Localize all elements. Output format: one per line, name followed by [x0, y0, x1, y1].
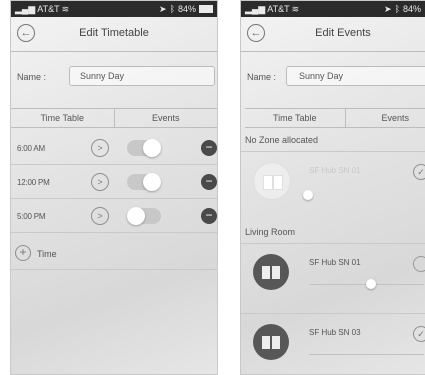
edit-timetable-screen: ▂▄▆ AT&T ≋ ➤ ᛒ 84% ← Edit Timetable Name…: [10, 0, 218, 375]
carrier-name: AT&T: [267, 4, 290, 14]
page-title: Edit Timetable: [79, 27, 149, 39]
hub-icon: [253, 162, 291, 200]
add-time-label: Time: [37, 249, 57, 259]
device-row[interactable]: SF Hub SN 01: [241, 243, 425, 301]
name-field[interactable]: Sunny Day: [286, 66, 425, 86]
nav-bar: ← Edit Events: [241, 17, 425, 52]
dimmer-slider[interactable]: [309, 354, 424, 355]
device-row[interactable]: SF Hub SN 03 ✓: [241, 313, 425, 371]
time-row: 5:00 PM > −: [11, 201, 217, 233]
hub-icon: [253, 254, 289, 290]
chevron-right-icon[interactable]: >: [91, 207, 109, 225]
battery-percent: 84%: [402, 4, 421, 14]
carrier-name: AT&T: [37, 4, 60, 14]
name-field[interactable]: Sunny Day: [69, 66, 215, 86]
add-time-row[interactable]: + Time: [11, 238, 217, 270]
edit-events-screen: ▂▄▆ AT&T ≋ ➤ ᛒ 84% ← Edit Events Name : …: [240, 0, 425, 375]
hub-icon: [253, 324, 289, 360]
name-row: Name : Sunny Day: [11, 52, 217, 100]
time-row: 12:00 PM > −: [11, 167, 217, 199]
time-row: 6:00 AM > −: [11, 133, 217, 165]
status-bar: ▂▄▆ AT&T ≋ ➤ ᛒ 84%: [11, 1, 217, 17]
wifi-icon: ≋: [291, 3, 300, 14]
location-icon: ➤: [159, 3, 167, 14]
section-title: No Zone allocated: [245, 135, 319, 145]
time-toggle[interactable]: [127, 173, 161, 191]
tab-bar: Time Table Events: [245, 108, 425, 128]
signal-icon: ▂▄▆: [15, 3, 36, 14]
chevron-right-icon[interactable]: >: [91, 173, 109, 191]
checkmark-icon[interactable]: ✓: [413, 326, 425, 342]
page-title: Edit Events: [315, 27, 371, 39]
tab-events[interactable]: Events: [115, 109, 218, 127]
section-title: Living Room: [245, 227, 296, 237]
location-icon: ➤: [384, 3, 392, 14]
dimmer-slider-thumb[interactable]: [366, 279, 376, 289]
wifi-icon: ≋: [61, 3, 70, 14]
time-toggle[interactable]: [127, 207, 161, 225]
tab-bar: Time Table Events: [11, 108, 217, 128]
status-bar: ▂▄▆ AT&T ≋ ➤ ᛒ 84%: [241, 1, 425, 17]
name-row: Name : Sunny Day: [241, 52, 425, 100]
time-label: 5:00 PM: [17, 212, 46, 221]
dimmer-slider-thumb[interactable]: [303, 190, 313, 200]
battery-percent: 84%: [177, 4, 196, 14]
time-label: 12:00 PM: [17, 178, 50, 187]
chevron-right-icon[interactable]: >: [91, 139, 109, 157]
bluetooth-icon: ᛒ: [394, 4, 400, 14]
device-name: SF Hub SN 03: [309, 328, 361, 337]
tab-events[interactable]: Events: [346, 109, 425, 127]
bluetooth-icon: ᛒ: [169, 4, 175, 14]
time-toggle[interactable]: [127, 139, 161, 157]
battery-icon: [199, 5, 213, 13]
signal-icon: ▂▄▆: [245, 3, 266, 14]
device-name: SF Hub SN 01: [309, 166, 361, 175]
device-name: SF Hub SN 01: [309, 258, 361, 267]
tab-time-table[interactable]: Time Table: [11, 109, 115, 127]
tab-time-table[interactable]: Time Table: [245, 109, 346, 127]
checkmark-icon[interactable]: ✓: [413, 164, 425, 180]
nav-bar: ← Edit Timetable: [11, 17, 217, 52]
remove-time-button[interactable]: −: [201, 140, 217, 156]
plus-icon[interactable]: +: [15, 245, 31, 261]
remove-time-button[interactable]: −: [201, 208, 217, 224]
remove-time-button[interactable]: −: [201, 174, 217, 190]
name-label: Name :: [17, 72, 47, 82]
select-circle[interactable]: [413, 256, 425, 272]
time-label: 6:00 AM: [17, 144, 45, 153]
name-label: Name :: [247, 72, 277, 82]
device-row[interactable]: SF Hub SN 01 ✓: [241, 151, 425, 209]
